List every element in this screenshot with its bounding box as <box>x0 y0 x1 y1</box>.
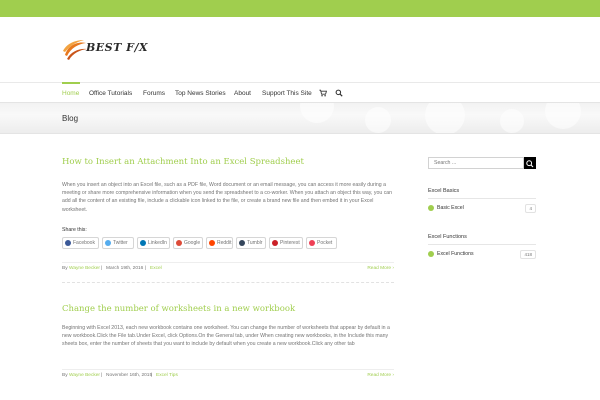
decorative-bokeh <box>300 103 334 123</box>
google-icon <box>176 240 182 246</box>
bullet-icon <box>428 205 434 211</box>
pocket-icon <box>309 240 315 246</box>
category-item-basic-excel[interactable]: Basic Excel 4 <box>428 204 536 214</box>
page: BEST F/X Home Office Tutorials Forums To… <box>0 0 600 400</box>
category-count-badge: 418 <box>520 250 536 259</box>
meta-by: By <box>62 373 68 378</box>
decorative-bokeh <box>425 103 465 133</box>
meta-separator: | <box>101 373 103 378</box>
meta-separator: | <box>101 266 103 271</box>
nav-item-forums[interactable]: Forums <box>143 90 165 97</box>
sidebar-search-input[interactable] <box>428 157 524 169</box>
post-divider <box>62 282 394 283</box>
category-label: Basic Excel <box>437 205 464 211</box>
meta-author-link[interactable]: Wayne Becker <box>69 266 100 271</box>
share-pocket-button[interactable]: Pocket <box>306 237 337 249</box>
post-excerpt: Beginning with Excel 2013, each new work… <box>62 325 390 348</box>
share-google-button[interactable]: Google <box>173 237 203 249</box>
meta-author-link[interactable]: Wayne Becker <box>69 373 100 378</box>
search-icon[interactable] <box>335 89 343 97</box>
tumblr-icon <box>239 240 245 246</box>
share-twitter-button[interactable]: Twitter <box>102 237 134 249</box>
search-icon <box>526 160 534 168</box>
swoosh-logo-icon <box>63 40 87 60</box>
meta-date: March 19th, 2016 <box>106 266 144 271</box>
twitter-icon <box>105 240 111 246</box>
nav-item-top-news-stories[interactable]: Top News Stories <box>175 90 226 97</box>
decorative-bokeh <box>545 103 581 129</box>
reddit-icon <box>209 240 215 246</box>
page-title: Blog <box>62 114 79 123</box>
category-label: Excel Functions <box>437 251 474 257</box>
widget-divider <box>428 244 536 245</box>
top-accent-bar <box>0 0 600 17</box>
widget-title-excel-basics: Excel Basics <box>428 188 460 194</box>
read-more-link[interactable]: Read More › <box>367 266 394 271</box>
linkedin-icon <box>140 240 146 246</box>
post-title-link[interactable]: How to Insert an Attachment Into an Exce… <box>62 157 304 167</box>
nav-item-support-this-site[interactable]: Support This Site <box>262 90 312 97</box>
page-title-bar: Blog <box>0 102 600 134</box>
share-label: Share this: <box>62 227 87 233</box>
facebook-icon <box>65 240 71 246</box>
share-reddit-button[interactable]: Reddit <box>206 237 233 249</box>
widget-title-excel-functions: Excel Functions <box>428 234 467 240</box>
share-tumblr-button[interactable]: Tumblr <box>236 237 266 249</box>
bullet-icon <box>428 251 434 257</box>
share-facebook-button[interactable]: Facebook <box>62 237 99 249</box>
cart-icon[interactable] <box>319 89 327 97</box>
widget-divider <box>428 198 536 199</box>
meta-separator: | <box>151 373 153 378</box>
meta-separator: | <box>145 266 147 271</box>
sidebar-search-button[interactable] <box>524 157 536 169</box>
post-meta: By Wayne Becker | November 16th, 2015 | … <box>62 369 394 379</box>
post-excerpt: When you insert an object into an Excel … <box>62 182 393 213</box>
meta-category-link[interactable]: Excel Tips <box>156 373 178 378</box>
nav-item-about[interactable]: About <box>234 90 251 97</box>
meta-category-link[interactable]: Excel <box>150 266 162 271</box>
meta-by: By <box>62 266 68 271</box>
decorative-bokeh <box>365 107 391 133</box>
category-count-badge: 4 <box>525 204 536 213</box>
nav-item-office-tutorials[interactable]: Office Tutorials <box>89 90 132 97</box>
nav-active-indicator <box>62 82 80 84</box>
post-title-link[interactable]: Change the number of worksheets in a new… <box>62 304 295 314</box>
share-linkedin-button[interactable]: LinkedIn <box>137 237 170 249</box>
pinterest-icon <box>272 240 278 246</box>
post-meta: By Wayne Becker | March 19th, 2016 | Exc… <box>62 262 394 272</box>
site-logo[interactable]: BEST F/X <box>62 37 162 63</box>
logo-text: BEST F/X <box>86 41 149 54</box>
meta-date: November 16th, 2015 <box>106 373 153 378</box>
decorative-bokeh <box>500 109 524 133</box>
share-pinterest-button[interactable]: Pinterest <box>269 237 303 249</box>
main-navigation: Home Office Tutorials Forums Top News St… <box>0 82 600 102</box>
nav-item-home[interactable]: Home <box>62 90 79 97</box>
read-more-link[interactable]: Read More › <box>367 373 394 378</box>
category-item-excel-functions[interactable]: Excel Functions 418 <box>428 250 536 260</box>
